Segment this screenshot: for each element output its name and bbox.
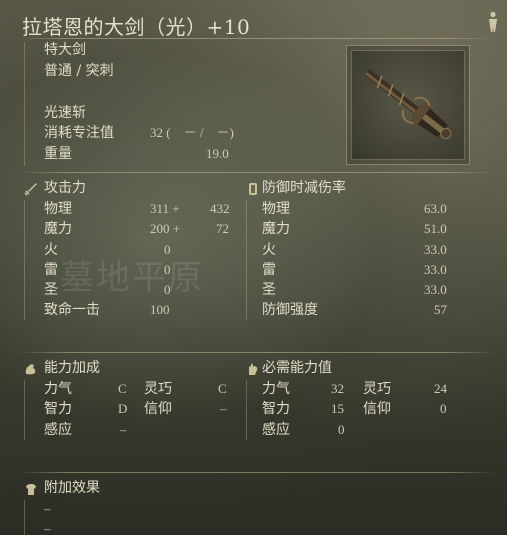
scaling-bracket — [24, 380, 25, 440]
attack-label: 魔力 — [44, 221, 72, 237]
requirement-attr-label: 智力 — [262, 401, 290, 417]
guard-value: 57 — [434, 302, 447, 317]
scaling-header: 能力加成 — [44, 360, 100, 376]
requirement-attr-label: 感应 — [262, 422, 290, 438]
requirement-attr-label: 信仰 — [363, 401, 391, 417]
attack-base: 100 — [150, 302, 170, 317]
requirement-attr-label: 力气 — [262, 381, 290, 397]
effects-header: 附加效果 — [44, 480, 100, 496]
requirement-value: 0 — [338, 422, 345, 437]
section-divider — [18, 472, 496, 473]
greatsword-image — [364, 68, 452, 140]
weapon-skill: 光速斩 — [44, 105, 86, 121]
scaling-grade: C — [218, 381, 227, 396]
attack-label: 致命一击 — [44, 302, 100, 318]
hand-icon — [249, 363, 258, 375]
requirement-value: 32 — [331, 381, 344, 396]
shield-icon — [249, 183, 257, 195]
guard-label: 魔力 — [262, 221, 290, 237]
attack-base: 0 — [164, 242, 171, 257]
requirements-header: 必需能力值 — [262, 360, 332, 376]
scaling-grade: D — [118, 401, 128, 416]
guard-label: 火 — [262, 242, 276, 258]
attack-label: 火 — [44, 242, 58, 258]
guard-label: 雷 — [262, 262, 276, 278]
location-watermark: 墓地平原 — [60, 258, 204, 298]
scaling-attr-label: 智力 — [44, 401, 72, 417]
scaling-grade: – — [220, 401, 227, 416]
attack-label: 物理 — [44, 201, 72, 217]
guard-bracket — [246, 200, 247, 320]
guard-label: 防御强度 — [262, 302, 318, 318]
section-divider — [18, 352, 496, 353]
section-divider — [18, 172, 496, 173]
scaling-attr-label: 力气 — [44, 381, 72, 397]
scaling-grade: – — [120, 422, 127, 437]
requirement-attr-label: 灵巧 — [363, 381, 391, 397]
strength-icon — [25, 364, 36, 375]
scaling-attr-label: 信仰 — [144, 401, 172, 417]
guard-value: 63.0 — [424, 201, 447, 216]
requirement-value: 15 — [331, 401, 344, 416]
guard-header: 防御时减伤率 — [262, 180, 346, 196]
requirement-value: 0 — [440, 401, 447, 416]
scaling-attr-label: 感应 — [44, 422, 72, 438]
effects-bracket — [24, 500, 25, 535]
sword-icon — [24, 183, 37, 196]
guard-label: 圣 — [262, 282, 276, 298]
weapon-detail-panel: 墓地平原 拉塔恩的大剑（光）+10 特大剑 普通 / 突刺 光速斩 消耗专注值 … — [0, 0, 507, 535]
info-bracket — [24, 42, 25, 166]
damage-type: 普通 / 突刺 — [44, 63, 114, 79]
fp-cost-value: 32 ( － / －) — [150, 125, 234, 140]
guard-value: 33.0 — [424, 242, 447, 257]
armor-icon — [26, 484, 36, 495]
attack-base: 200 + — [150, 221, 181, 236]
scaling-grade: C — [118, 381, 127, 396]
guard-label: 物理 — [262, 201, 290, 217]
attack-label: 雷 — [44, 262, 58, 278]
attack-bracket — [24, 200, 25, 320]
weight-label: 重量 — [44, 146, 72, 162]
weapon-class: 特大剑 — [44, 42, 86, 58]
effect-item: – — [44, 501, 51, 516]
guard-value: 33.0 — [424, 262, 447, 277]
title-divider — [18, 38, 496, 39]
weight-value: 19.0 — [206, 146, 229, 161]
requirement-value: 24 — [434, 381, 447, 396]
weapon-image-frame — [346, 45, 470, 165]
attack-header: 攻击力 — [44, 180, 86, 196]
guard-value: 51.0 — [424, 221, 447, 236]
requirements-bracket — [246, 380, 247, 440]
attack-base: 0 — [164, 282, 171, 297]
guard-value: 33.0 — [424, 282, 447, 297]
effect-item: – — [44, 521, 51, 535]
attack-label: 圣 — [44, 282, 58, 298]
weapon-title: 拉塔恩的大剑（光）+10 — [22, 15, 251, 39]
attack-base: 311 + — [150, 201, 180, 216]
person-icon[interactable] — [486, 11, 500, 33]
fp-cost-label: 消耗专注值 — [44, 125, 114, 141]
scaling-attr-label: 灵巧 — [144, 381, 172, 397]
attack-bonus: 72 — [216, 221, 229, 236]
attack-bonus: 432 — [210, 201, 230, 216]
attack-base: 0 — [164, 262, 171, 277]
